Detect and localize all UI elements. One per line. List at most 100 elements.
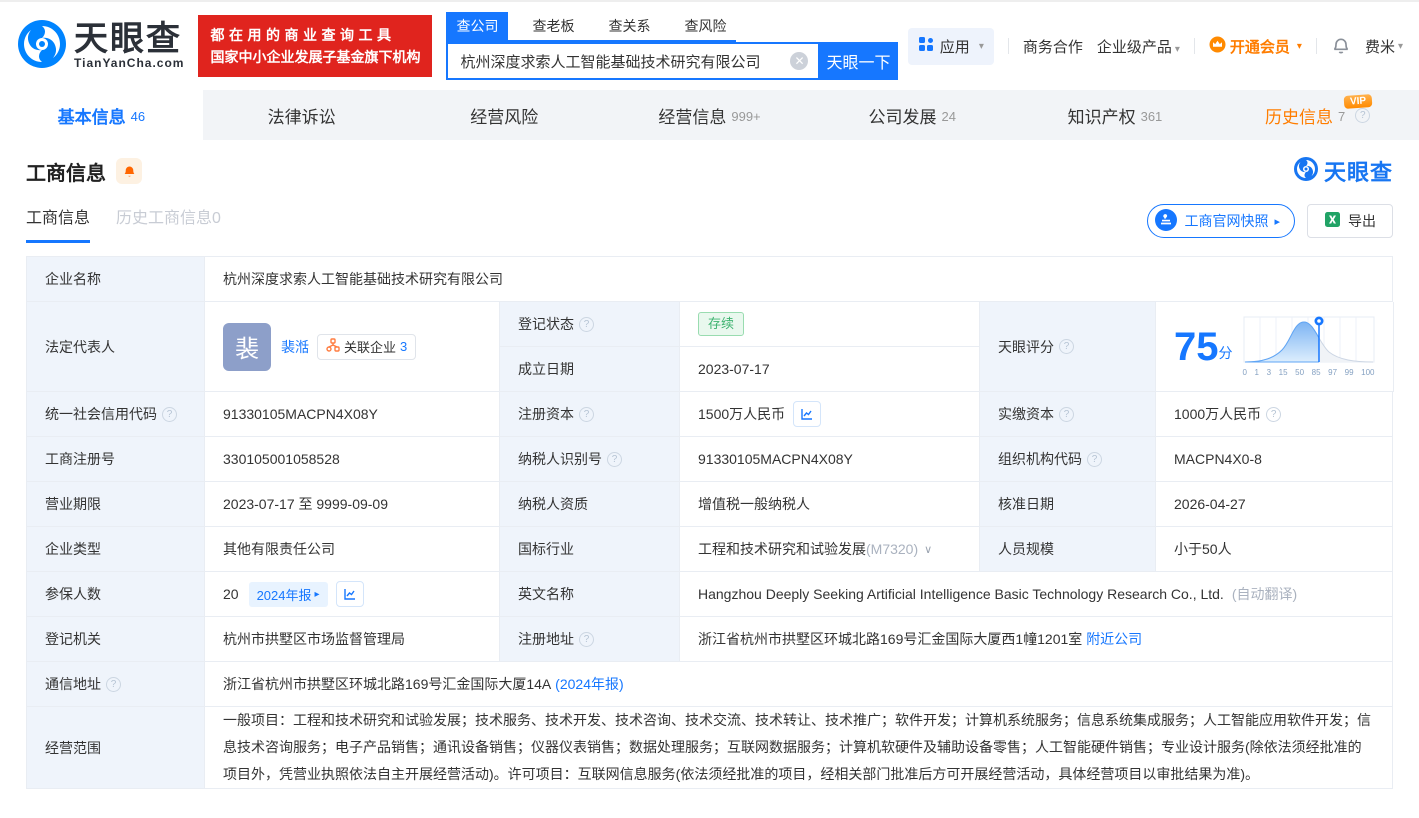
company-name-label: 企业名称 (27, 257, 205, 302)
score-distribution-chart: 0131550859799100 (1243, 316, 1375, 377)
top-nav: 应用 ▾ 商务合作 企业级产品▾ 开通会员 ▾ 费米 ▾ (908, 28, 1403, 65)
legal-rep-avatar[interactable]: 裴 (223, 323, 271, 371)
industry-cell: 工程和技术研究和试验发展(M7320)∨ (680, 527, 980, 572)
auto-translate-note: (自动翻译) (1232, 584, 1297, 604)
tab-history-info[interactable]: VIP 历史信息7 (1216, 90, 1419, 140)
legal-rep-name-link[interactable]: 裴湉 (281, 337, 309, 357)
help-icon[interactable] (1266, 407, 1281, 422)
main-content: 工商信息 天眼查 工商信息 历史工商信息0 工商官网快照 ▸ (0, 154, 1419, 789)
notification-bell-icon[interactable] (1331, 36, 1351, 56)
promo-line2: 国家中小企业发展子基金旗下机构 (210, 46, 420, 68)
section-title: 工商信息 (26, 157, 106, 186)
apps-menu[interactable]: 应用 ▾ (908, 28, 994, 65)
user-menu[interactable]: 费米 ▾ (1365, 36, 1403, 57)
help-icon[interactable] (1059, 339, 1074, 354)
chevron-down-icon: ▾ (1297, 41, 1302, 52)
staff-size-label: 人员规模 (980, 527, 1156, 572)
tianyancha-watermark: 天眼查 (1293, 155, 1393, 187)
chevron-down-icon: ▾ (979, 41, 984, 52)
search-input[interactable] (446, 42, 818, 80)
table-row: 经营范围 一般项目：工程和技术研究和试验发展；技术服务、技术开发、技术咨询、技术… (27, 707, 1393, 789)
reg-authority-value: 杭州市拱墅区市场监督管理局 (205, 617, 500, 662)
legal-rep-label: 法定代表人 (27, 302, 205, 392)
help-icon[interactable] (579, 632, 594, 647)
table-row: 工商注册号 330105001058528 纳税人识别号 91330105MAC… (27, 437, 1393, 482)
taxpayer-quality-value: 增值税一般纳税人 (680, 482, 980, 527)
tab-legal-proceedings[interactable]: 法律诉讼 (203, 90, 406, 140)
help-icon[interactable] (607, 452, 622, 467)
search-tab-boss[interactable]: 查老板 (522, 12, 584, 40)
export-button[interactable]: 导出 (1307, 204, 1393, 238)
tianyancha-logo-icon (16, 18, 68, 75)
english-name-cell: Hangzhou Deeply Seeking Artificial Intel… (680, 572, 1393, 617)
tab-operating-risk[interactable]: 经营风险 (405, 90, 608, 140)
table-row: 登记机关 杭州市拱墅区市场监督管理局 注册地址 浙江省杭州市拱墅区环城北路169… (27, 617, 1393, 662)
logo-domain: TianYanCha.com (74, 56, 184, 70)
mail-address-label: 通信地址 (27, 662, 205, 707)
official-snapshot-button[interactable]: 工商官网快照 ▸ (1147, 204, 1295, 238)
reg-capital-cell: 1500万人民币 (680, 392, 980, 437)
help-icon[interactable] (579, 317, 594, 332)
annual-report-link[interactable]: (2024年报) (555, 674, 623, 694)
open-vip-button[interactable]: 开通会员 ▾ (1209, 36, 1302, 57)
business-term-value: 2023-07-17 至 9999-09-09 (205, 482, 500, 527)
reg-number-value: 330105001058528 (205, 437, 500, 482)
divider (1008, 38, 1009, 54)
arrow-right-icon: ▸ (1274, 215, 1280, 228)
credit-code-value: 91330105MACPN4X08Y (205, 392, 500, 437)
score-cell: 75 分 (1156, 302, 1394, 392)
nav-enterprise-products[interactable]: 企业级产品▾ (1097, 36, 1180, 57)
tab-basic-info[interactable]: 基本信息46 (0, 90, 203, 140)
chevron-down-icon[interactable]: ∨ (924, 543, 932, 556)
vip-badge: VIP (1343, 94, 1372, 109)
tab-intellectual-property[interactable]: 知识产权361 (1014, 90, 1217, 140)
chevron-down-icon: ▾ (1398, 41, 1403, 52)
table-row: 营业期限 2023-07-17 至 9999-09-09 纳税人资质 增值税一般… (27, 482, 1393, 527)
subtab-history-business-info[interactable]: 历史工商信息0 (116, 204, 221, 240)
tianyancha-logo[interactable]: 天眼查 TianYanCha.com (16, 18, 184, 75)
promo-line1: 都在用的商业查询工具 (210, 24, 420, 46)
annual-report-badge[interactable]: 2024年报 (249, 582, 328, 607)
insured-trend-icon-button[interactable] (336, 581, 364, 607)
taxpayer-id-label: 纳税人识别号 (500, 437, 680, 482)
org-code-value: MACPN4X0-8 (1156, 437, 1393, 482)
business-term-label: 营业期限 (27, 482, 205, 527)
score-value: 75 (1174, 327, 1219, 367)
reg-capital-label: 注册资本 (500, 392, 680, 437)
search-tab-risk[interactable]: 查风险 (674, 12, 736, 40)
search-area: 查公司 查老板 查关系 查风险 ✕ 天眼一下 (446, 12, 898, 80)
nav-business-cooperation[interactable]: 商务合作 (1023, 36, 1083, 57)
nearby-companies-link[interactable]: 附近公司 (1086, 629, 1142, 649)
help-icon[interactable] (1355, 108, 1370, 123)
tab-company-development[interactable]: 公司发展24 (811, 90, 1014, 140)
reg-authority-label: 登记机关 (27, 617, 205, 662)
help-icon[interactable] (1087, 452, 1102, 467)
related-companies-badge[interactable]: 关联企业 3 (317, 334, 416, 360)
capital-trend-icon-button[interactable] (793, 401, 821, 427)
apps-grid-icon (918, 36, 934, 56)
help-icon[interactable] (579, 407, 594, 422)
business-scope-label: 经营范围 (27, 707, 205, 789)
help-icon[interactable] (106, 677, 121, 692)
watermark-logo-icon (1293, 156, 1319, 187)
tab-operating-info[interactable]: 经营信息999+ (608, 90, 811, 140)
credit-code-label: 统一社会信用代码 (27, 392, 205, 437)
help-icon[interactable] (162, 407, 177, 422)
company-tab-bar: 基本信息46 法律诉讼 经营风险 经营信息999+ 公司发展24 知识产权361… (0, 90, 1419, 140)
industry-label: 国标行业 (500, 527, 680, 572)
table-row: 通信地址 浙江省杭州市拱墅区环城北路169号汇金国际大厦14A (2024年报) (27, 662, 1393, 707)
subscribe-bell-icon[interactable] (116, 158, 142, 184)
score-axis-labels: 0131550859799100 (1243, 368, 1375, 377)
staff-size-value: 小于50人 (1156, 527, 1393, 572)
logo-title: 天眼查 (74, 22, 184, 56)
username: 费米 (1365, 36, 1395, 57)
search-tab-company[interactable]: 查公司 (446, 12, 508, 40)
excel-icon (1324, 211, 1341, 231)
help-icon[interactable] (1059, 407, 1074, 422)
apps-label: 应用 (940, 36, 970, 57)
search-tab-relation[interactable]: 查关系 (598, 12, 660, 40)
search-button[interactable]: 天眼一下 (818, 42, 898, 80)
business-info-table: 企业名称 杭州深度求索人工智能基础技术研究有限公司 法定代表人 裴 裴湉 关联企… (26, 256, 1393, 789)
chevron-down-icon: ▾ (1175, 44, 1180, 55)
subtab-business-info[interactable]: 工商信息 (26, 204, 90, 243)
